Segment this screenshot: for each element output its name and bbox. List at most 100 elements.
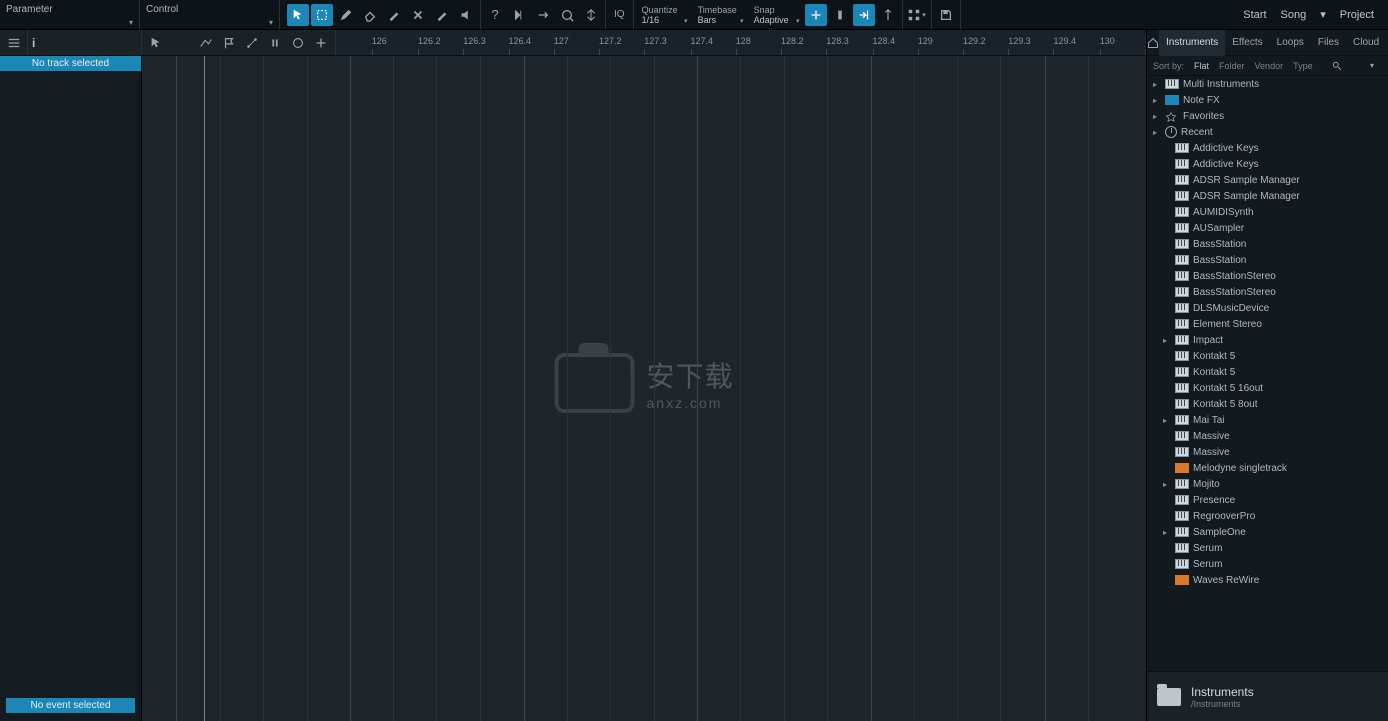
tree-item[interactable]: BassStationStereo	[1147, 284, 1388, 300]
keys-icon	[1175, 335, 1189, 345]
tree-item[interactable]: ▸Impact	[1147, 332, 1388, 348]
sort-opt-vendor[interactable]: Vendor	[1255, 61, 1284, 71]
tree-item[interactable]: ADSR Sample Manager	[1147, 188, 1388, 204]
tree-item[interactable]: ▸Note FX	[1147, 92, 1388, 108]
browser-tab-effects[interactable]: Effects	[1225, 30, 1269, 56]
snap-btn-4[interactable]	[877, 4, 899, 26]
control-box[interactable]: Control ▾	[140, 0, 280, 29]
auto-plus-tool[interactable]	[312, 34, 330, 52]
tree-item[interactable]: ▸Multi Instruments	[1147, 76, 1388, 92]
paint-tool[interactable]	[383, 4, 405, 26]
tree-item[interactable]: Presence	[1147, 492, 1388, 508]
tree-item[interactable]: Melodyne singletrack	[1147, 460, 1388, 476]
expand-arrow-icon[interactable]: ▸	[1153, 96, 1161, 105]
sort-label: Sort by:	[1153, 61, 1184, 71]
chevron-down-icon[interactable]: ▾	[1362, 61, 1382, 70]
tree-item[interactable]: Massive	[1147, 428, 1388, 444]
tree-item[interactable]: AUMIDISynth	[1147, 204, 1388, 220]
pencil-tool[interactable]	[335, 4, 357, 26]
tree-item[interactable]: RegrooverPro	[1147, 508, 1388, 524]
inspector-panel: No track selected No event selected	[0, 56, 142, 721]
browser-tab-cloud[interactable]: Cloud	[1346, 30, 1386, 56]
expand-arrow-icon[interactable]: ▸	[1163, 416, 1171, 425]
expand-arrow-icon[interactable]: ▸	[1153, 128, 1161, 137]
action-2[interactable]	[532, 4, 554, 26]
knife-tool[interactable]	[431, 4, 453, 26]
chevron-down-icon[interactable]: ▾	[1320, 8, 1326, 21]
quantize-selector[interactable]: Quantize 1/16 ▾	[634, 0, 690, 29]
action-4[interactable]	[580, 4, 602, 26]
auto-line-tool[interactable]	[197, 34, 215, 52]
search-icon[interactable]	[1327, 61, 1347, 71]
expand-arrow-icon[interactable]: ▸	[1153, 80, 1161, 89]
action-3[interactable]	[556, 4, 578, 26]
sort-opt-folder[interactable]: Folder	[1219, 61, 1245, 71]
tree-item[interactable]: Kontakt 5 8out	[1147, 396, 1388, 412]
tree-item[interactable]: Element Stereo	[1147, 316, 1388, 332]
iq-label[interactable]: IQ	[608, 9, 631, 20]
arrow-tool[interactable]	[287, 4, 309, 26]
tree-item-label: Massive	[1193, 447, 1230, 458]
browser-tab-instruments[interactable]: Instruments	[1159, 30, 1225, 56]
parameter-box[interactable]: Parameter ▾	[0, 0, 140, 29]
auto-circle-tool[interactable]	[289, 34, 307, 52]
tree-item[interactable]: Addictive Keys	[1147, 140, 1388, 156]
tree-item[interactable]: ▸Mai Tai	[1147, 412, 1388, 428]
home-icon[interactable]	[1147, 37, 1159, 49]
eraser-tool[interactable]	[359, 4, 381, 26]
sort-opt-flat[interactable]: Flat	[1194, 61, 1209, 71]
tree-item[interactable]: ▸Mojito	[1147, 476, 1388, 492]
mute-tool[interactable]	[407, 4, 429, 26]
tree-item[interactable]: DLSMusicDevice	[1147, 300, 1388, 316]
auto-link-tool[interactable]	[266, 34, 284, 52]
browser-tree[interactable]: ▸Multi Instruments▸Note FX▸Favorites▸Rec…	[1147, 76, 1388, 671]
menu-start[interactable]: Start	[1243, 9, 1266, 21]
arrange-area[interactable]: 安下载 anxz.com	[142, 56, 1146, 721]
snap-btn-1[interactable]	[805, 4, 827, 26]
tree-item[interactable]: BassStationStereo	[1147, 268, 1388, 284]
ruler-label: 129.4	[1053, 36, 1076, 46]
tree-item[interactable]: Kontakt 5	[1147, 364, 1388, 380]
expand-arrow-icon[interactable]: ▸	[1153, 112, 1161, 121]
tree-item[interactable]: BassStation	[1147, 252, 1388, 268]
hamburger-icon[interactable]	[0, 30, 28, 55]
expand-arrow-icon[interactable]: ▸	[1163, 336, 1171, 345]
expand-arrow-icon[interactable]: ▸	[1163, 528, 1171, 537]
playhead[interactable]	[204, 56, 205, 721]
tree-item[interactable]: Addictive Keys	[1147, 156, 1388, 172]
help-icon[interactable]: ?	[484, 4, 506, 26]
snap-btn-2[interactable]	[829, 4, 851, 26]
tree-item[interactable]: ▸Favorites	[1147, 108, 1388, 124]
tree-item[interactable]: ▸SampleOne	[1147, 524, 1388, 540]
menu-song[interactable]: Song	[1281, 9, 1307, 21]
tree-item[interactable]: ADSR Sample Manager	[1147, 172, 1388, 188]
tree-item[interactable]: Massive	[1147, 444, 1388, 460]
snap-selector[interactable]: Snap Adaptive ▾	[746, 0, 802, 29]
tree-item[interactable]: Serum	[1147, 540, 1388, 556]
browser-tab-loops[interactable]: Loops	[1270, 30, 1311, 56]
grid-view-icon[interactable]: ▾	[906, 4, 928, 26]
snap-btn-3[interactable]	[853, 4, 875, 26]
range-tool[interactable]	[311, 4, 333, 26]
timebase-selector[interactable]: Timebase Bars ▾	[690, 0, 746, 29]
tree-item-label: Serum	[1193, 543, 1222, 554]
listen-tool[interactable]	[455, 4, 477, 26]
menu-project[interactable]: Project	[1340, 9, 1374, 21]
browser-tab-files[interactable]: Files	[1311, 30, 1346, 56]
auto-flag-tool[interactable]	[220, 34, 238, 52]
tree-item[interactable]: Kontakt 5 16out	[1147, 380, 1388, 396]
tree-item[interactable]: BassStation	[1147, 236, 1388, 252]
auto-transform-tool[interactable]	[243, 34, 261, 52]
action-1[interactable]	[508, 4, 530, 26]
tree-item[interactable]: Serum	[1147, 556, 1388, 572]
tree-item[interactable]: Waves ReWire	[1147, 572, 1388, 588]
ruler-label: 126.2	[418, 36, 441, 46]
save-icon[interactable]	[935, 4, 957, 26]
sort-opt-type[interactable]: Type	[1293, 61, 1313, 71]
tree-item[interactable]: Kontakt 5	[1147, 348, 1388, 364]
info-button[interactable]: i	[28, 30, 142, 55]
expand-arrow-icon[interactable]: ▸	[1163, 480, 1171, 489]
tree-item[interactable]: ▸Recent	[1147, 124, 1388, 140]
auto-arrow-tool[interactable]	[147, 34, 165, 52]
tree-item[interactable]: AUSampler	[1147, 220, 1388, 236]
